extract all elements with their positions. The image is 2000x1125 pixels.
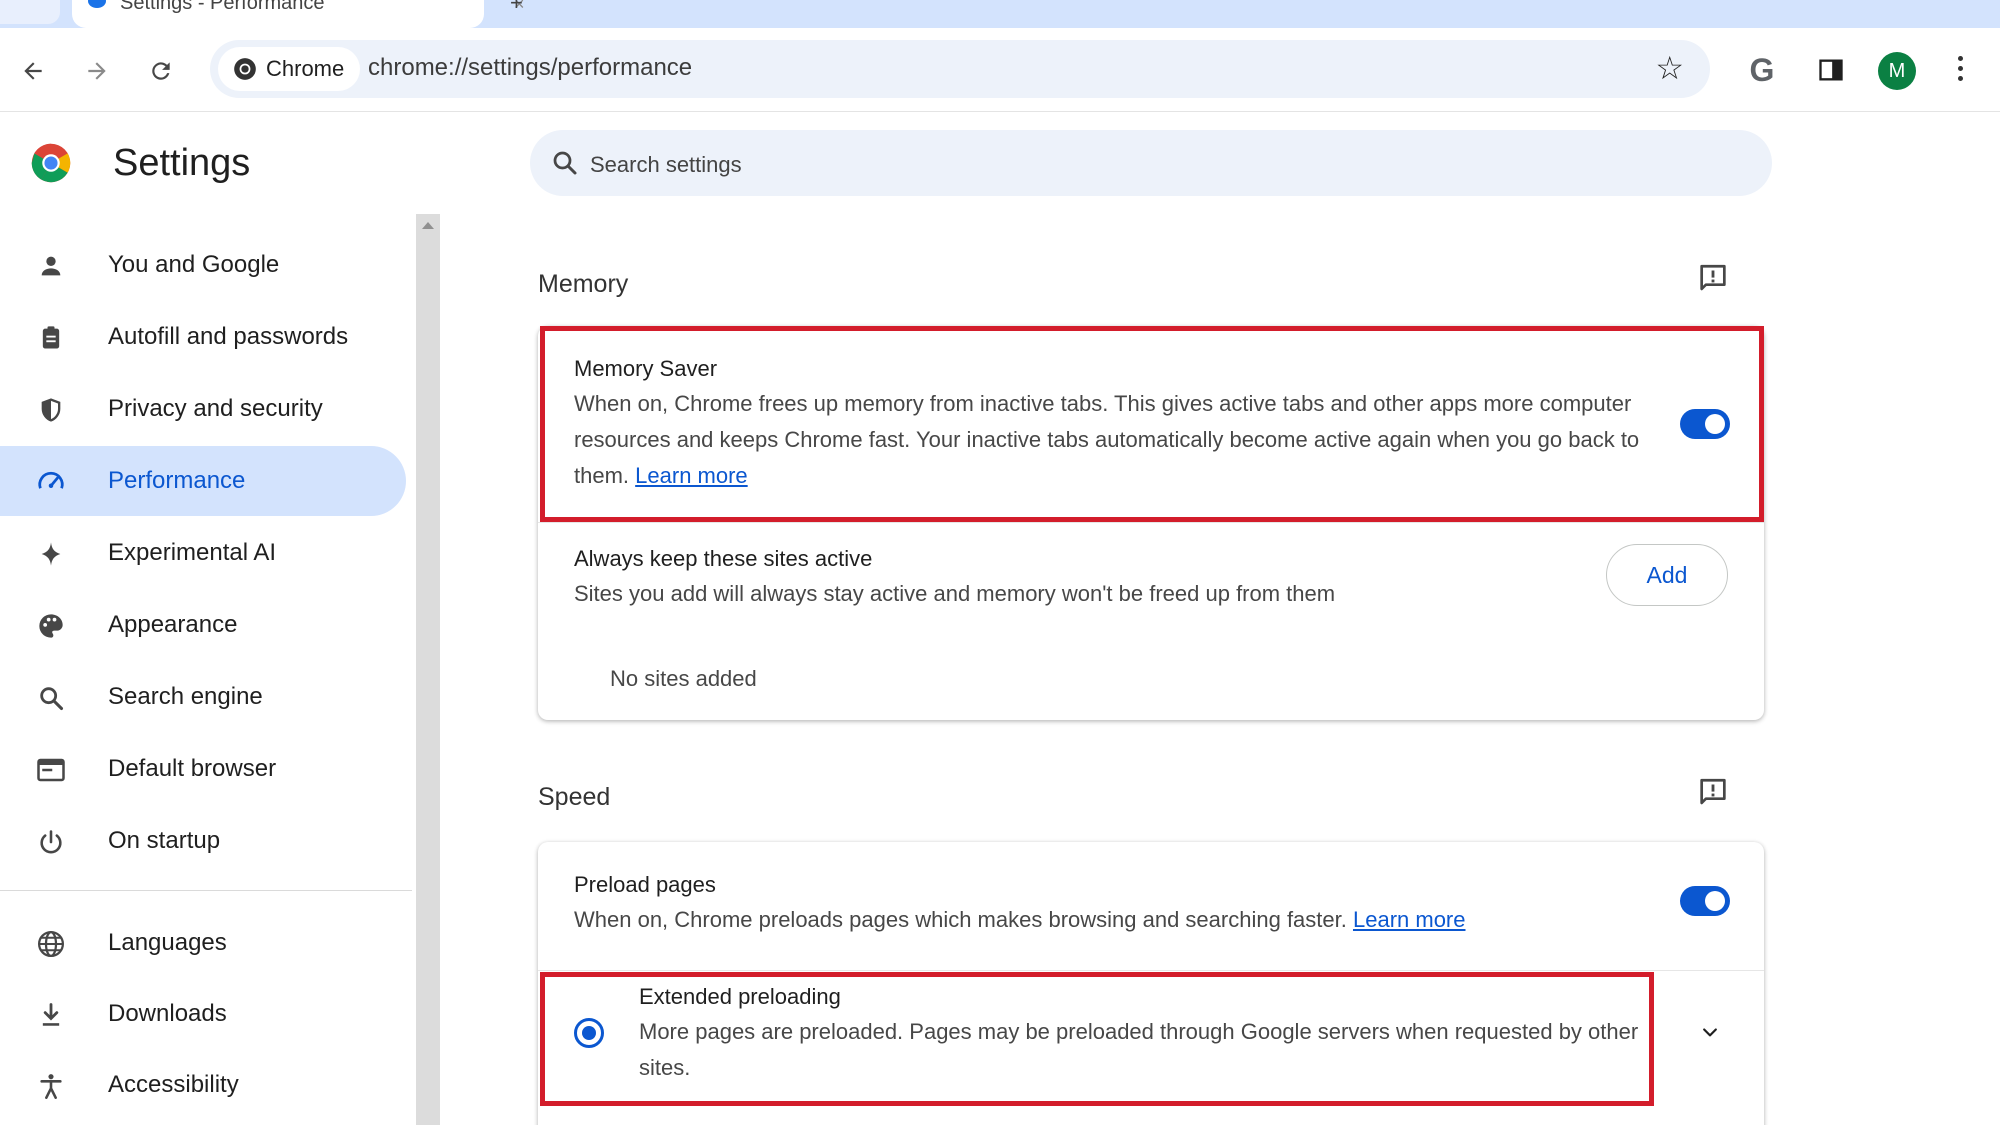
sidebar-item-autofill[interactable]: Autofill and passwords — [0, 302, 406, 372]
side-panel-button[interactable] — [1814, 50, 1848, 90]
search-placeholder: Search settings — [590, 152, 742, 177]
preload-pages-description: When on, Chrome preloads pages which mak… — [574, 907, 1466, 932]
reload-icon — [152, 62, 170, 80]
no-sites-text: No sites added — [610, 666, 757, 691]
memory-saver-title: Memory Saver — [574, 356, 718, 381]
accessibility-icon — [36, 1071, 66, 1101]
sidebar-item-label: Performance — [108, 467, 246, 494]
sidebar-item-downloads[interactable]: Downloads — [0, 979, 406, 1049]
settings-page-title: Settings — [113, 142, 251, 184]
sidebar-item-performance[interactable]: Performance — [0, 446, 406, 516]
search-icon — [36, 683, 66, 713]
chevron-down-icon[interactable] — [1700, 1022, 1720, 1042]
extended-preloading-description: More pages are preloaded. Pages may be p… — [639, 1019, 1639, 1080]
sidebar-item-label: You and Google — [108, 251, 280, 278]
row-divider — [538, 970, 1764, 971]
chrome-logo-icon — [234, 58, 256, 80]
sidebar-item-label: Default browser — [108, 755, 277, 782]
reload-button[interactable] — [144, 54, 178, 88]
sidebar-scrollbar[interactable] — [416, 214, 440, 1125]
settings-favicon-icon — [88, 0, 106, 8]
person-icon — [36, 251, 66, 281]
shield-icon — [36, 395, 66, 425]
tab-title: Settings - Performance — [120, 0, 325, 14]
forward-button[interactable] — [80, 54, 114, 88]
sidebar-item-label: Languages — [108, 929, 227, 956]
scroll-up-arrow-icon[interactable] — [422, 222, 434, 229]
feedback-icon[interactable] — [1696, 776, 1730, 810]
sidebar-item-label: Privacy and security — [108, 395, 323, 422]
site-chip-label: Chrome — [266, 56, 345, 81]
memory-saver-toggle[interactable] — [1680, 409, 1730, 439]
search-icon — [553, 151, 577, 175]
bookmark-star-icon[interactable]: ☆ — [1655, 52, 1684, 84]
tab-search-button[interactable] — [0, 0, 60, 24]
new-tab-button[interactable]: + — [510, 0, 523, 16]
memory-saver-description: When on, Chrome frees up memory from ina… — [574, 391, 1640, 488]
clipboard-icon — [36, 323, 66, 353]
tab-settings-performance[interactable]: Settings - Performance × — [72, 0, 525, 28]
row-divider — [538, 522, 1764, 523]
preload-pages-toggle[interactable] — [1680, 886, 1730, 916]
memory-saver-learn-more-link[interactable]: Learn more — [635, 463, 748, 488]
always-active-title: Always keep these sites active — [574, 546, 873, 571]
toggle-knob — [1705, 891, 1725, 911]
browser-toolbar: Chrome chrome://settings/performance ☆ G… — [0, 28, 2000, 112]
sidebar-item-default-browser[interactable]: Default browser — [0, 734, 406, 804]
toggle-knob — [1705, 414, 1725, 434]
tab-strip: Settings - Performance × + — [0, 0, 2000, 28]
sidebar-item-label: On startup — [108, 827, 221, 854]
download-icon — [36, 1000, 66, 1030]
arrow-right-icon — [88, 62, 106, 80]
speedometer-icon — [36, 467, 66, 497]
more-menu-icon[interactable] — [1955, 56, 1965, 81]
sidebar-item-languages[interactable]: Languages — [0, 908, 406, 978]
profile-avatar[interactable]: M — [1878, 52, 1916, 90]
always-active-description: Sites you add will always stay active an… — [574, 581, 1336, 606]
feedback-icon[interactable] — [1696, 262, 1730, 296]
side-panel-icon — [1819, 59, 1843, 81]
speed-card: Preload pages When on, Chrome preloads p… — [538, 842, 1764, 1125]
sidebar-item-label: Experimental AI — [108, 539, 277, 566]
back-button[interactable] — [16, 54, 50, 88]
sidebar-item-on-startup[interactable]: On startup — [0, 806, 406, 876]
sidebar-item-label: Appearance — [108, 611, 238, 638]
sidebar-item-privacy[interactable]: Privacy and security — [0, 374, 406, 444]
memory-section-title: Memory — [538, 270, 629, 298]
power-icon — [36, 827, 66, 857]
sidebar-item-you-and-google[interactable]: You and Google — [0, 230, 406, 300]
globe-icon — [36, 929, 66, 959]
extended-preloading-title: Extended preloading — [639, 984, 841, 1009]
chrome-logo-icon — [31, 143, 71, 183]
extended-preloading-radio[interactable] — [574, 1018, 604, 1048]
memory-card: Memory Saver When on, Chrome frees up me… — [538, 326, 1764, 720]
radio-dot — [582, 1026, 596, 1040]
sidebar-item-label: Autofill and passwords — [108, 323, 349, 350]
sparkle-icon — [36, 539, 66, 569]
browser-window-icon — [36, 755, 66, 785]
preload-learn-more-link[interactable]: Learn more — [1353, 907, 1466, 932]
sidebar-item-accessibility[interactable]: Accessibility — [0, 1050, 406, 1120]
url-text[interactable]: chrome://settings/performance — [368, 54, 692, 82]
sidebar-item-label: Downloads — [108, 1000, 227, 1027]
speed-section-title: Speed — [538, 783, 611, 811]
arrow-left-icon — [24, 62, 42, 80]
sidebar-item-appearance[interactable]: Appearance — [0, 590, 406, 660]
sidebar-divider — [0, 890, 412, 891]
search-settings-input[interactable]: Search settings — [530, 130, 1772, 196]
sidebar-item-label: Search engine — [108, 683, 263, 710]
palette-icon — [36, 611, 66, 641]
sidebar-item-label: Accessibility — [108, 1071, 239, 1098]
google-lens-icon[interactable]: G — [1742, 50, 1782, 90]
sidebar-item-search-engine[interactable]: Search engine — [0, 662, 406, 732]
add-site-button[interactable]: Add — [1606, 544, 1728, 606]
preload-pages-title: Preload pages — [574, 872, 716, 897]
address-bar[interactable]: Chrome chrome://settings/performance ☆ — [210, 40, 1710, 98]
sidebar-item-experimental-ai[interactable]: Experimental AI — [0, 518, 406, 588]
site-info-chip[interactable]: Chrome — [218, 47, 361, 91]
